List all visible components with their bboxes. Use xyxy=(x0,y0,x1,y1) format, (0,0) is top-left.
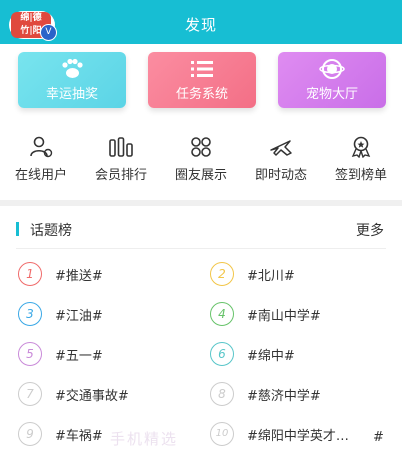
topic-text: #北川# xyxy=(247,269,295,284)
topic-item[interactable]: 5 #五一# xyxy=(18,342,198,366)
topic-item[interactable]: 2 #北川# xyxy=(210,262,390,286)
nav-checkin-ranking[interactable]: 签到榜单 xyxy=(326,136,396,183)
rank-badge: 7 xyxy=(18,382,42,406)
rank-badge: 9 xyxy=(18,422,42,446)
rank-badge: 1 xyxy=(18,262,42,286)
overflow-hash: # xyxy=(373,430,384,445)
section-title: 话题榜 xyxy=(30,223,72,239)
topic-text: #绵阳中学英才… xyxy=(247,429,349,444)
rank-badge: 8 xyxy=(210,382,234,406)
rank-badge: 6 xyxy=(210,342,234,366)
task-system-label: 任务系统 xyxy=(175,87,228,102)
watermark: 手机精选 xyxy=(110,430,179,448)
rank-badge: 10 xyxy=(210,422,234,446)
planet-icon xyxy=(319,59,345,79)
topic-item[interactable]: 10 #绵阳中学英才… xyxy=(210,422,360,446)
medal-icon xyxy=(351,136,371,158)
more-link[interactable]: 更多 xyxy=(356,220,384,240)
divider xyxy=(16,248,386,249)
nav-live-updates[interactable]: 即时动态 xyxy=(246,136,316,183)
topic-item[interactable]: 7 #交通事故# xyxy=(18,382,198,406)
topic-text: #慈济中学# xyxy=(247,389,321,404)
topic-item[interactable]: 4 #南山中学# xyxy=(210,302,390,326)
topic-item[interactable]: 1 #推送# xyxy=(18,262,198,286)
nav-circle-showcase[interactable]: 圈友展示 xyxy=(166,136,236,183)
topic-item[interactable]: 8 #慈济中学# xyxy=(210,382,390,406)
lucky-draw-card[interactable]: 幸运抽奖 xyxy=(18,52,126,108)
rank-badge: 2 xyxy=(210,262,234,286)
rank-badge: 4 xyxy=(210,302,234,326)
task-system-card[interactable]: 任务系统 xyxy=(148,52,256,108)
topic-text: #江油# xyxy=(55,309,103,324)
page-title: 发现 xyxy=(184,16,217,34)
nav-member-ranking[interactable]: 会员排行 xyxy=(86,136,156,183)
section-accent-bar xyxy=(16,222,19,236)
pet-hall-card[interactable]: 宠物大厅 xyxy=(278,52,386,108)
user-online-icon xyxy=(30,136,53,158)
nav-online-users[interactable]: 在线用户 xyxy=(6,136,76,183)
nav-member-ranking-label: 会员排行 xyxy=(94,168,147,183)
nav-circle-showcase-label: 圈友展示 xyxy=(174,168,227,183)
topic-text: #南山中学# xyxy=(247,309,321,324)
nav-live-updates-label: 即时动态 xyxy=(254,168,307,183)
pet-hall-label: 宠物大厅 xyxy=(305,87,358,102)
topic-text: #交通事故# xyxy=(55,389,129,404)
nav-online-users-label: 在线用户 xyxy=(14,168,67,183)
list-icon xyxy=(191,61,213,77)
topic-text: #车祸# xyxy=(55,429,103,444)
feature-panel: 幸运抽奖 任务系统 宠物大厅 在线用户 会员排行 圈友展示 即时动态 签到榜单 xyxy=(0,44,402,200)
paw-icon xyxy=(62,58,83,78)
airplane-icon xyxy=(270,140,292,156)
topic-text: #五一# xyxy=(55,349,103,364)
topic-text: #绵中# xyxy=(247,349,295,364)
lucky-draw-label: 幸运抽奖 xyxy=(45,87,98,102)
topic-ranking-section: 话题榜 更多 1 #推送# 2 #北川# 3 #江油# 4 #南山中学# 5 #… xyxy=(0,206,402,461)
grid-circles-icon xyxy=(191,137,211,157)
topic-text: #推送# xyxy=(55,269,103,284)
nav-checkin-ranking-label: 签到榜单 xyxy=(334,168,387,183)
topic-item[interactable]: 3 #江油# xyxy=(18,302,198,326)
rank-badge: 3 xyxy=(18,302,42,326)
top-app-bar: 绵|德 竹|阳 V 发现 xyxy=(0,0,402,44)
topic-item[interactable]: 6 #绵中# xyxy=(210,342,390,366)
rank-badge: 5 xyxy=(18,342,42,366)
ranking-bars-icon xyxy=(109,137,133,157)
